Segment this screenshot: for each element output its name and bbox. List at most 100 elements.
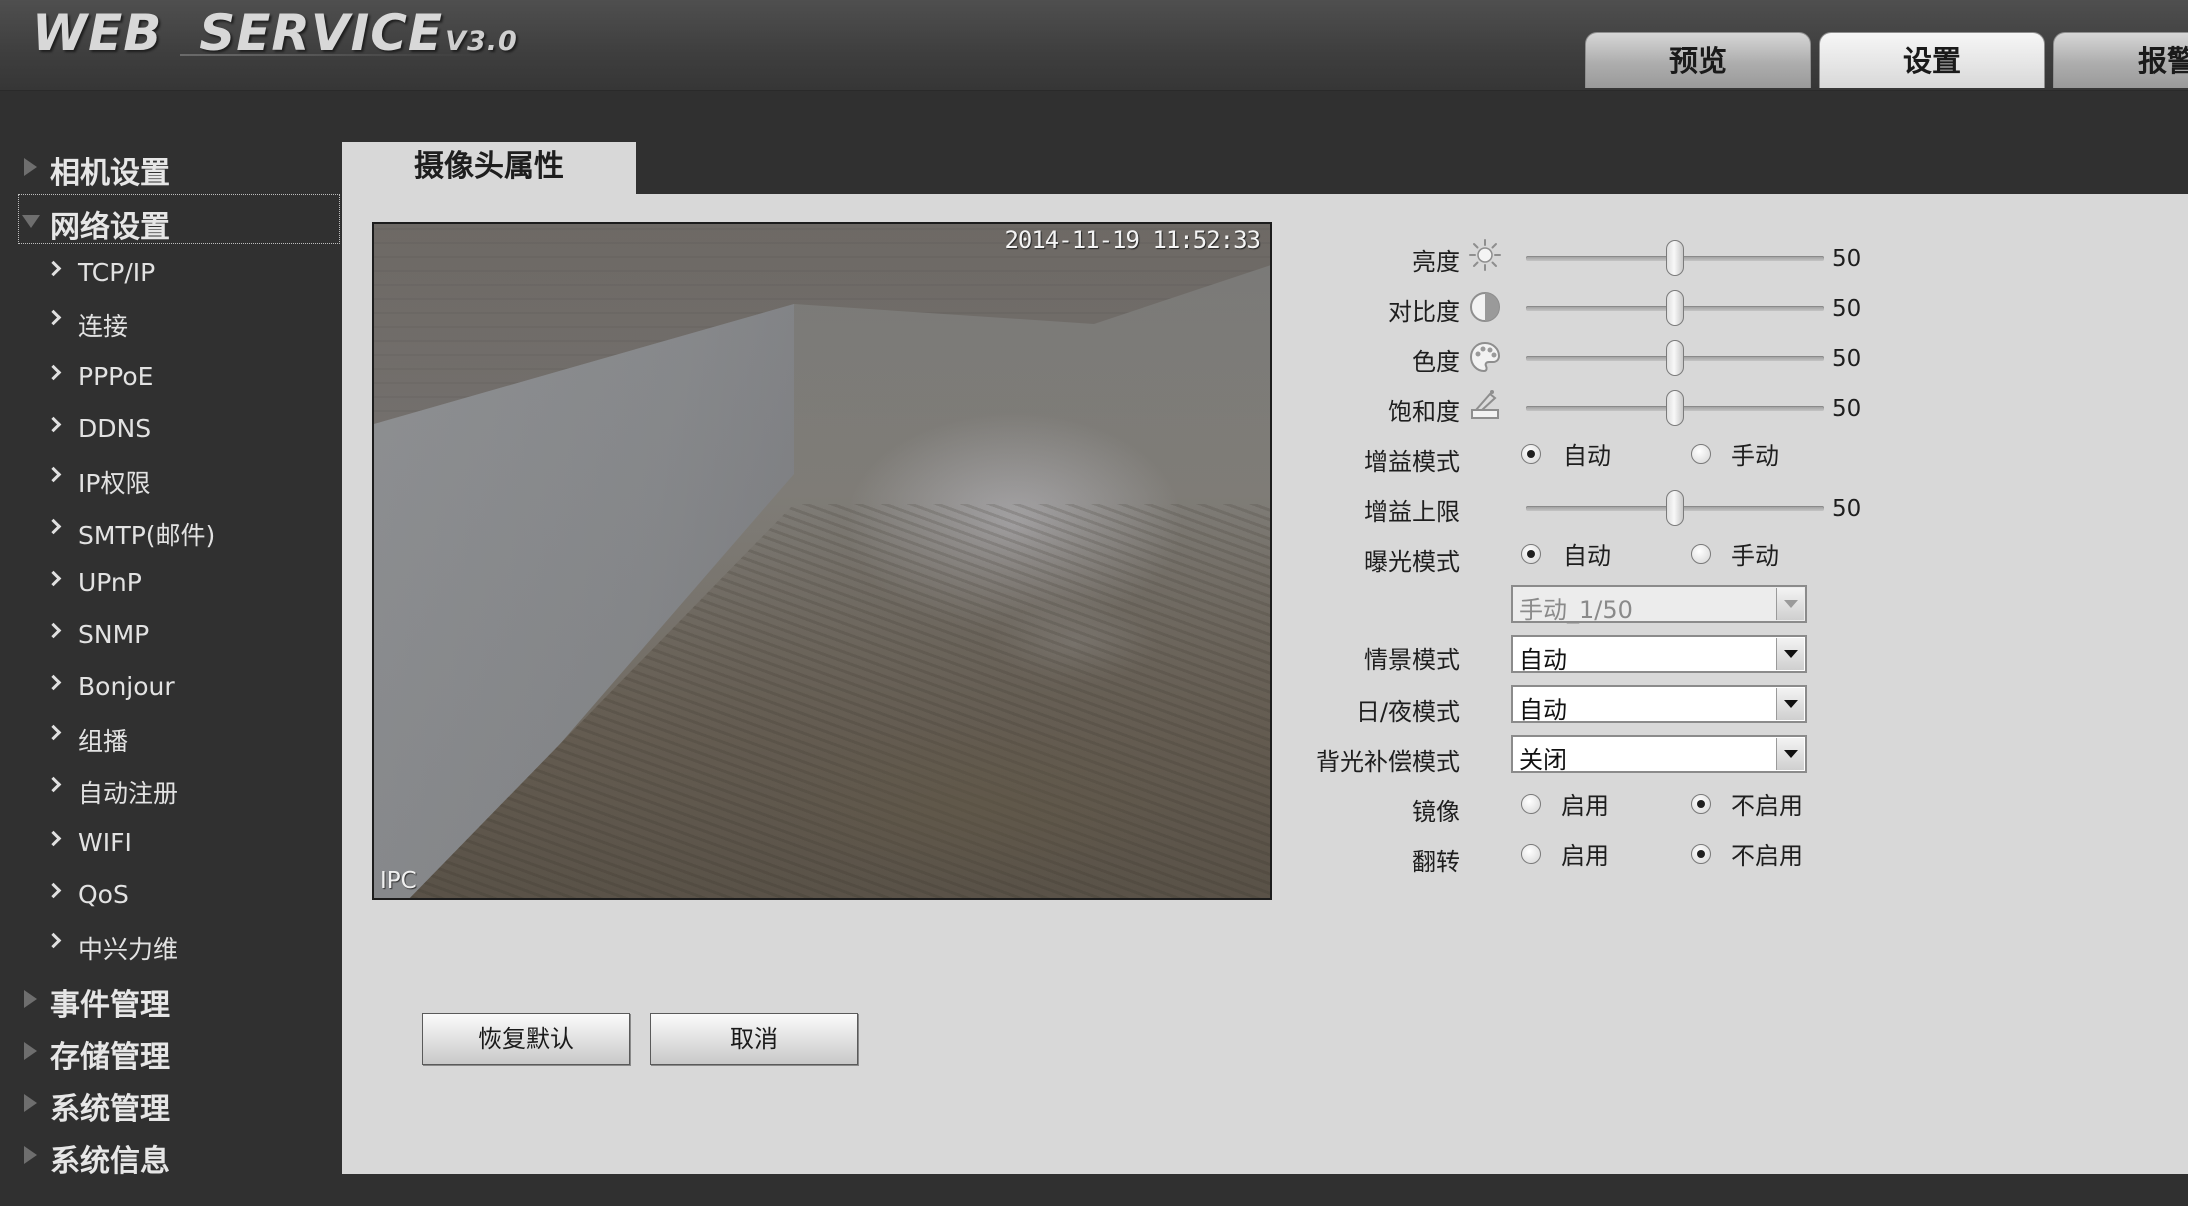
sidebar-item-label: PPPoE <box>78 362 154 391</box>
sidebar-group-label: 存储管理 <box>50 1040 170 1075</box>
sidebar-item-upnp[interactable]: UPnP <box>45 564 338 604</box>
sidebar-item-label: 组播 <box>78 727 129 756</box>
sidebar-group-label: 系统管理 <box>50 1092 170 1127</box>
restore-default-button[interactable]: 恢复默认 <box>422 1013 630 1065</box>
mirror-disable-radio[interactable] <box>1691 794 1711 814</box>
exposure-auto-radio[interactable] <box>1521 544 1541 564</box>
sidebar-group-system[interactable]: 系统管理 <box>18 1076 340 1127</box>
gain-limit-label: 增益上限 <box>1364 498 1460 526</box>
sidebar-item-connection[interactable]: 连接 <box>45 303 338 343</box>
sidebar-item-smtp[interactable]: SMTP(邮件) <box>45 512 338 552</box>
tab-camera-properties[interactable]: 摄像头属性 <box>342 142 636 196</box>
sidebar-item-pppoe[interactable]: PPPoE <box>45 358 338 398</box>
sidebar-item-wifi[interactable]: WIFI <box>45 824 338 864</box>
gain-mode-auto-radio[interactable] <box>1521 444 1541 464</box>
sidebar-item-label: 中兴力维 <box>78 935 179 964</box>
chevron-down-icon[interactable] <box>1776 638 1804 670</box>
hue-value: 50 <box>1832 346 1862 372</box>
contrast-slider-thumb[interactable] <box>1666 290 1684 326</box>
exposure-auto-label: 自动 <box>1563 542 1611 570</box>
chevron-right-icon <box>45 260 62 277</box>
tab-alarm[interactable]: 报警 <box>2053 32 2188 88</box>
hue-slider-thumb[interactable] <box>1666 340 1684 376</box>
scene-mode-select[interactable]: 自动 <box>1511 635 1807 674</box>
saturation-icon <box>1471 390 1499 419</box>
collapsed-arrow-icon <box>24 1146 37 1164</box>
chevron-right-icon <box>45 518 62 535</box>
sidebar-item-label: QoS <box>78 880 129 909</box>
sidebar-item-ip-filter[interactable]: IP权限 <box>45 460 338 500</box>
gain-mode-label: 增益模式 <box>1364 448 1460 476</box>
sidebar-item-label: 连接 <box>78 312 129 341</box>
logo-version: V3.0 <box>445 26 518 57</box>
sidebar-item-tcpip[interactable]: TCP/IP <box>45 254 338 294</box>
chevron-right-icon <box>45 466 62 483</box>
gain-mode-manual-radio[interactable] <box>1691 444 1711 464</box>
brightness-value: 50 <box>1832 246 1862 272</box>
sidebar-group-label: 系统信息 <box>50 1144 170 1179</box>
video-camera-label: IPC <box>380 868 417 894</box>
sidebar-group-network[interactable]: 网络设置 <box>18 194 340 245</box>
sidebar-item-label: UPnP <box>78 568 142 597</box>
gain-limit-slider-thumb[interactable] <box>1666 490 1684 526</box>
chevron-right-icon <box>45 882 62 899</box>
flip-enable-radio[interactable] <box>1521 844 1541 864</box>
logo-underline <box>180 54 490 56</box>
sidebar-item-label: 自动注册 <box>78 779 179 808</box>
sidebar-item-snmp[interactable]: SNMP <box>45 616 338 656</box>
mirror-enable-radio[interactable] <box>1521 794 1541 814</box>
chevron-right-icon <box>45 622 62 639</box>
sidebar-item-ddns[interactable]: DDNS <box>45 410 338 450</box>
hue-label: 色度 <box>1412 348 1460 376</box>
sidebar-group-info[interactable]: 系统信息 <box>18 1128 340 1179</box>
collapsed-arrow-icon <box>24 1094 37 1112</box>
chevron-down-icon[interactable] <box>1776 738 1804 770</box>
contrast-label: 对比度 <box>1388 298 1460 326</box>
collapsed-arrow-icon <box>24 1042 37 1060</box>
gain-limit-value: 50 <box>1832 496 1862 522</box>
exposure-manual-radio[interactable] <box>1691 544 1711 564</box>
sidebar-item-auto-register[interactable]: 自动注册 <box>45 770 338 810</box>
tab-preview[interactable]: 预览 <box>1585 32 1811 88</box>
day-night-select[interactable]: 自动 <box>1511 685 1807 724</box>
chevron-right-icon <box>45 309 62 326</box>
sidebar-item-bonjour[interactable]: Bonjour <box>45 668 338 708</box>
flip-enable-label: 启用 <box>1561 842 1609 870</box>
chevron-right-icon <box>45 932 62 949</box>
flip-label: 翻转 <box>1412 848 1460 876</box>
brightness-label: 亮度 <box>1412 248 1460 276</box>
sidebar-item-qos[interactable]: QoS <box>45 876 338 916</box>
flip-disable-radio[interactable] <box>1691 844 1711 864</box>
scene-mode-select-value: 自动 <box>1519 646 1567 674</box>
tab-settings[interactable]: 设置 <box>1819 32 2045 88</box>
chevron-down-icon <box>1776 588 1804 620</box>
day-night-select-value: 自动 <box>1519 696 1567 724</box>
scene-mode-label: 情景模式 <box>1364 646 1460 674</box>
backlight-label: 背光补偿模式 <box>1316 748 1460 776</box>
sidebar-group-camera[interactable]: 相机设置 <box>18 140 340 191</box>
sidebar-item-label: DDNS <box>78 414 152 443</box>
sidebar-item-label: IP权限 <box>78 469 151 498</box>
sidebar-group-label: 事件管理 <box>50 988 170 1023</box>
day-night-label: 日/夜模式 <box>1355 698 1460 726</box>
sidebar-item-multicast[interactable]: 组播 <box>45 718 338 758</box>
sidebar-group-label: 网络设置 <box>50 210 170 245</box>
sidebar-group-storage[interactable]: 存储管理 <box>18 1024 340 1075</box>
backlight-select[interactable]: 关闭 <box>1511 735 1807 774</box>
cancel-button[interactable]: 取消 <box>650 1013 858 1065</box>
shutter-select: 手动_1/50 <box>1511 585 1807 624</box>
chevron-right-icon <box>45 570 62 587</box>
sidebar-item-label: Bonjour <box>78 672 175 701</box>
sidebar-group-event[interactable]: 事件管理 <box>18 972 340 1023</box>
chevron-right-icon <box>45 776 62 793</box>
header-bar: WEB SERVICEV3.0 预览 设置 报警 <box>0 0 2188 91</box>
collapsed-arrow-icon <box>24 990 37 1008</box>
saturation-label: 饱和度 <box>1388 398 1460 426</box>
video-haze <box>374 224 1270 898</box>
sidebar-group-label: 相机设置 <box>50 156 170 191</box>
chevron-down-icon[interactable] <box>1776 688 1804 720</box>
saturation-slider-thumb[interactable] <box>1666 390 1684 426</box>
mirror-disable-label: 不启用 <box>1731 792 1803 820</box>
sidebar-item-zte-liwei[interactable]: 中兴力维 <box>45 926 338 966</box>
brightness-slider-thumb[interactable] <box>1666 240 1684 276</box>
